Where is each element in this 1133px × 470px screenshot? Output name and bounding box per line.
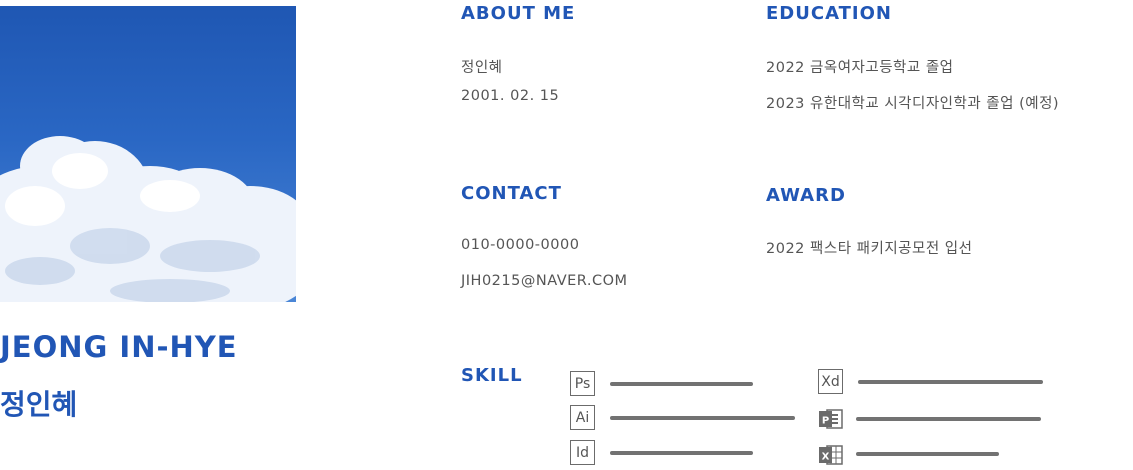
profile-photo (0, 6, 296, 302)
award-item: 2022 팩스타 패키지공모전 입선 (766, 241, 973, 257)
about-name: 정인혜 (461, 60, 503, 76)
skill-bar-excel (856, 452, 999, 456)
skill-bar-xd (858, 380, 1043, 384)
award-title: AWARD (766, 185, 846, 206)
powerpoint-icon: P (819, 409, 843, 429)
skill-title: SKILL (461, 365, 523, 386)
contact-email: JIH0215@NAVER.COM (461, 273, 628, 289)
illustrator-icon: Ai (570, 405, 595, 430)
skill-bar-indesign (610, 451, 753, 455)
indesign-icon: Id (570, 440, 595, 465)
sky-clouds-photo (0, 136, 296, 302)
xd-icon: Xd (818, 369, 843, 394)
name-english: JEONG IN-HYE (0, 330, 238, 364)
name-korean: 정인혜 (0, 388, 78, 421)
contact-title: CONTACT (461, 183, 562, 204)
education-item: 2022 금옥여자고등학교 졸업 (766, 60, 954, 76)
svg-text:X: X (822, 452, 830, 463)
about-birth: 2001. 02. 15 (461, 88, 560, 104)
education-item: 2023 유한대학교 시각디자인학과 졸업 (예정) (766, 96, 1060, 112)
about-title: ABOUT ME (461, 3, 576, 24)
skill-bar-illustrator (610, 416, 795, 420)
excel-icon: X (819, 445, 843, 465)
svg-text:P: P (822, 416, 829, 427)
skill-bar-powerpoint (856, 417, 1041, 421)
education-title: EDUCATION (766, 3, 892, 24)
skill-bar-photoshop (610, 382, 753, 386)
photoshop-icon: Ps (570, 371, 595, 396)
contact-phone: 010-0000-0000 (461, 237, 580, 253)
